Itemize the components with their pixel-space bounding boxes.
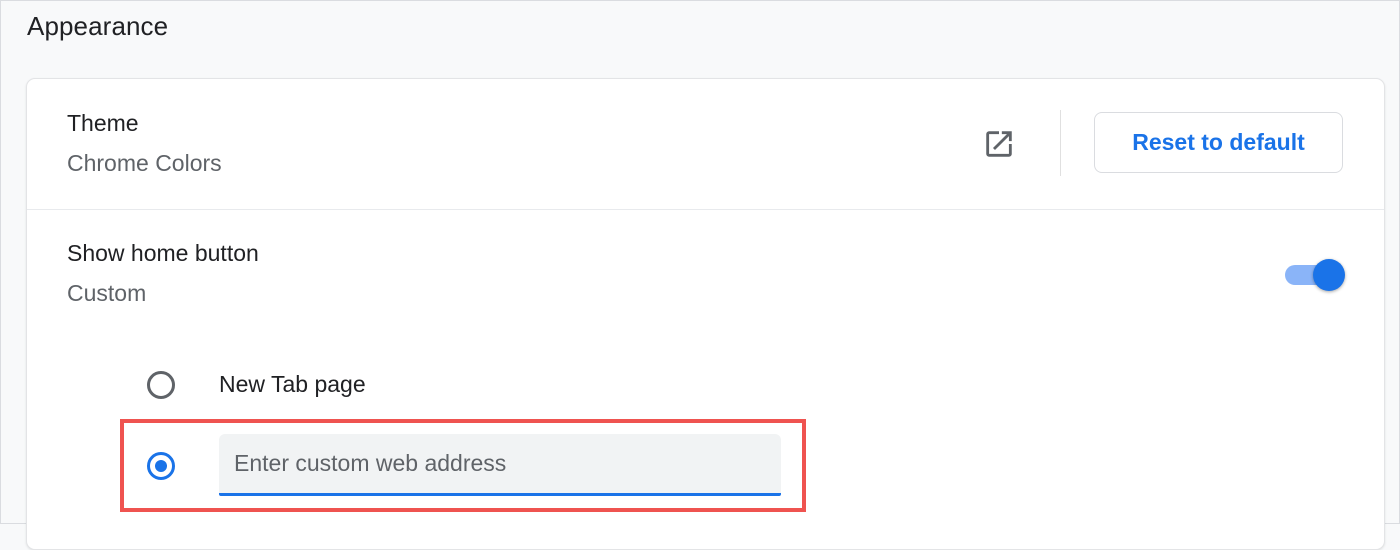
- appearance-card: Theme Chrome Colors Reset to default Sho…: [26, 78, 1385, 550]
- section-title: Appearance: [27, 11, 169, 41]
- theme-row: Theme Chrome Colors Reset to default: [27, 79, 1384, 210]
- home-button-value: Custom: [67, 280, 147, 306]
- show-home-button-toggle[interactable]: [1283, 259, 1347, 291]
- radio-custom-address[interactable]: [147, 452, 175, 480]
- open-in-new-icon: [986, 131, 1012, 157]
- open-theme-link[interactable]: [979, 124, 1019, 164]
- theme-value: Chrome Colors: [67, 150, 222, 176]
- radio-new-tab-page[interactable]: [147, 371, 175, 399]
- toggle-knob: [1313, 259, 1345, 291]
- new-tab-page-label[interactable]: New Tab page: [219, 371, 366, 398]
- theme-title: Theme: [67, 110, 139, 136]
- home-button-title: Show home button: [67, 240, 259, 266]
- settings-page: Appearance Theme Chrome Colors Reset to …: [0, 0, 1400, 550]
- divider: [1060, 110, 1061, 176]
- custom-web-address-input[interactable]: [219, 434, 781, 496]
- reset-to-default-button[interactable]: Reset to default: [1094, 112, 1343, 173]
